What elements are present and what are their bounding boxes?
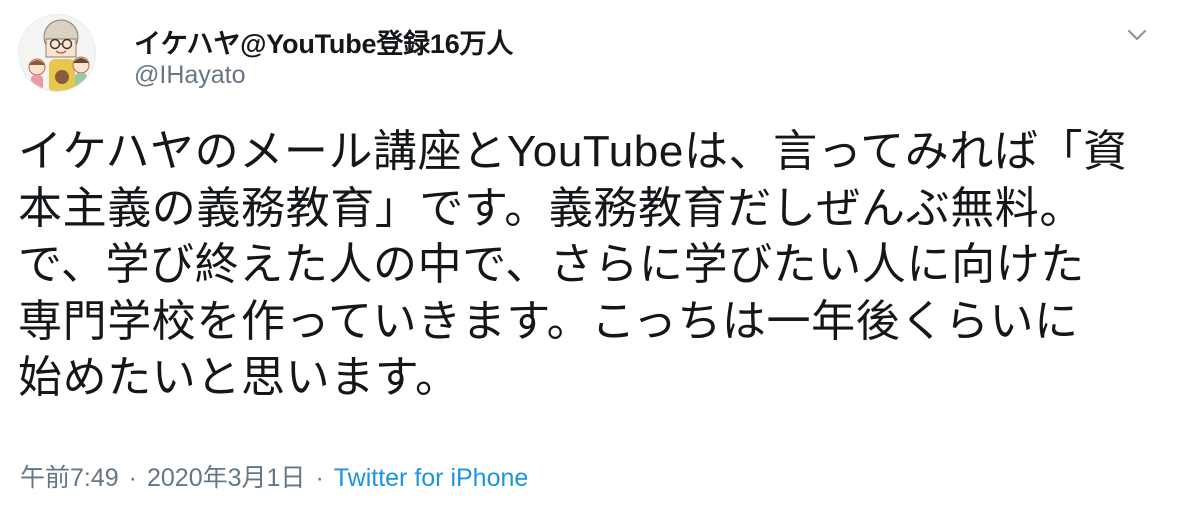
meta-separator: · (128, 464, 137, 492)
tweet-text: イケハヤのメール講座とYouTubeは、言ってみれば「資 本主義の義務教育」です… (18, 124, 1168, 407)
meta-separator: · (315, 464, 324, 492)
tweet-text-line: 専門学校を作っていきます。こっちは一年後くらいに (18, 296, 1079, 346)
tweet-text-line: 本主義の義務教育」です。義務教育だしぜんぶ無料。 (18, 183, 1084, 233)
chevron-down-icon[interactable] (1122, 20, 1152, 50)
avatar[interactable] (18, 14, 96, 92)
tweet-text-line: イケハヤのメール講座とYouTubeは、言ってみれば「資 (18, 127, 1128, 176)
tweet-time[interactable]: 午前7:49 (20, 464, 119, 492)
tweet-source-link[interactable]: Twitter for iPhone (334, 464, 529, 492)
user-handle[interactable]: @IHayato (134, 61, 246, 90)
tweet-card: イケハヤ@YouTube登録16万人 @IHayato イケハヤのメール講座とY… (0, 0, 1182, 506)
tweet-metadata: 午前7:49 · 2020年3月1日 · Twitter for iPhone (20, 458, 528, 494)
tweet-text-line: で、学び終えた人の中で、さらに学びたい人に向けた (18, 240, 1085, 289)
display-name[interactable]: イケハヤ@YouTube登録16万人 (134, 22, 513, 61)
avatar-illustration (19, 15, 95, 91)
tweet-text-line: 始めたいと思います。 (18, 353, 460, 402)
tweet-date[interactable]: 2020年3月1日 (147, 464, 305, 492)
